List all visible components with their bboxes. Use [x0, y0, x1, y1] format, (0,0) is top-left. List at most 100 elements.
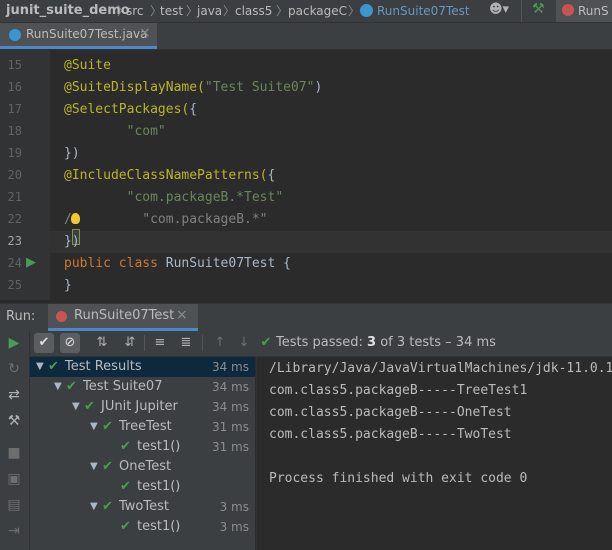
user-icon[interactable]: ☻▾: [489, 2, 509, 17]
chevron-down-icon[interactable]: ▼: [90, 497, 98, 517]
breadcrumb-class5[interactable]: class5: [235, 0, 272, 22]
breadcrumb-src[interactable]: src: [126, 0, 144, 22]
code-token: public class: [64, 256, 166, 271]
layout-icon[interactable]: ▤: [6, 497, 22, 513]
breadcrumb-class[interactable]: RunSuite07Test: [377, 0, 470, 22]
console-output[interactable]: /Library/Java/JavaVirtualMachines/jdk-11…: [256, 357, 612, 550]
code-token: "Test Suite07": [204, 80, 315, 95]
test-name: Test Suite07: [83, 379, 163, 394]
chevron-down-icon[interactable]: ▼: [54, 377, 62, 397]
code-line: "com": [64, 124, 166, 139]
test-duration: 31 ms: [211, 420, 249, 434]
test-tree-row[interactable]: ▼ ✔ TwoTest 3 ms: [30, 497, 255, 517]
breadcrumb-separator: 〉: [223, 4, 236, 18]
run-configuration-selector[interactable]: RunS: [556, 0, 612, 22]
previous-test-icon[interactable]: ↑: [212, 335, 228, 351]
stop-icon[interactable]: ■: [6, 445, 22, 461]
code-line: }): [64, 146, 80, 161]
code-token: "com.packageB.*": [71, 212, 268, 227]
code-token: @Suite: [64, 58, 111, 73]
line-number: 24: [7, 256, 22, 270]
run-gutter-icon[interactable]: ▶: [26, 255, 36, 270]
editor-tab-bar: RunSuite07Test.java ×: [0, 23, 612, 50]
run-tab[interactable]: RunSuite07Test ×: [48, 304, 198, 331]
passed-check-icon: ✔: [102, 459, 113, 474]
console-line: com.class5.packageB-----TreeTest1: [269, 383, 528, 398]
chevron-down-icon[interactable]: ▼: [36, 357, 44, 377]
test-tree-row[interactable]: ✔ test1() 31 ms: [30, 437, 255, 457]
java-class-icon: [9, 29, 21, 41]
toggle-auto-test-icon[interactable]: ⇄: [6, 387, 22, 403]
status-suffix: of 3 tests – 34 ms: [376, 335, 496, 350]
code-token: ): [314, 80, 323, 95]
breadcrumb-packagec[interactable]: packageC: [288, 0, 347, 22]
chevron-down-icon[interactable]: ▼: [90, 417, 98, 437]
chevron-down-icon[interactable]: ▼: [72, 397, 80, 417]
test-duration: 34 ms: [211, 360, 249, 374]
console-line: com.class5.packageB-----TwoTest: [269, 427, 512, 442]
passed-check-icon: ✔: [120, 439, 131, 454]
sort-alphabetically-icon[interactable]: ⇅: [94, 335, 110, 351]
test-duration: 3 ms: [219, 500, 249, 514]
breadcrumb-java[interactable]: java: [197, 0, 222, 22]
class-icon: [360, 4, 373, 17]
settings-wrench-icon[interactable]: ⚒: [6, 413, 22, 429]
test-status-text: Tests passed: 3 of 3 tests – 34 ms: [276, 335, 496, 350]
run-tab-close-icon[interactable]: ×: [176, 307, 188, 323]
test-tree-row[interactable]: ▼ ✔ Test Suite07 34 ms: [30, 377, 255, 397]
code-token: "com.packageB.*Test": [64, 190, 284, 205]
test-tree-row[interactable]: ✔ test1() 3 ms: [30, 517, 255, 537]
code-token: @SelectPackages(: [64, 102, 190, 117]
camera-icon[interactable]: ▣: [6, 471, 22, 487]
test-tree-row[interactable]: ▼ ✔ Test Results 34 ms: [30, 357, 255, 377]
tab-close-icon[interactable]: ×: [139, 25, 151, 41]
passed-check-icon: ✔: [84, 399, 95, 414]
breadcrumb-test[interactable]: test: [160, 0, 183, 22]
test-duration: 34 ms: [211, 400, 249, 414]
code-token: "com": [64, 124, 166, 139]
passed-check-icon: ✔: [48, 359, 59, 374]
chevron-down-icon[interactable]: ▼: [90, 457, 98, 477]
code-token: {: [189, 102, 198, 117]
code-token: @IncludeClassNamePatterns(: [64, 168, 268, 183]
test-name: TreeTest: [119, 419, 172, 434]
test-name: test1(): [137, 519, 181, 534]
code-token: RunSuite07Test {: [165, 256, 291, 271]
divider: [521, 0, 522, 22]
line-number: 17: [7, 102, 22, 116]
code-editor[interactable]: 15 16 17 18 19 20 21 22 23 24 25 ▶ @Suite @SuiteDis…: [0, 50, 612, 300]
next-test-icon[interactable]: ↓: [236, 335, 252, 351]
code-token: {: [267, 168, 276, 183]
line-number: 25: [7, 278, 22, 292]
rerun-icon[interactable]: ▶: [6, 335, 22, 351]
sort-by-duration-icon[interactable]: ⇵: [122, 335, 138, 351]
test-results-tree[interactable]: ▼ ✔ Test Results 34 ms ▼ ✔ Test Suite07 34 ms ▼ ✔…: [30, 357, 255, 550]
run-tool-window-header: Run: RunSuite07Test ×: [0, 303, 612, 332]
passed-check-icon: ✔: [120, 519, 131, 534]
line-gutter: 15 16 17 18 19 20 21 22 23 24 25: [0, 50, 50, 300]
test-config-icon: [56, 311, 67, 322]
show-passed-icon[interactable]: ✔: [34, 333, 54, 353]
test-tree-row[interactable]: ▼ ✔ JUnit Jupiter 34 ms: [30, 397, 255, 417]
code-line: }: [64, 278, 72, 293]
tab-runsuite07test[interactable]: RunSuite07Test.java ×: [0, 23, 157, 49]
run-side-toolbar: ▶ ↻ ⇄ ⚒ ■ ▣ ▤ ⇥: [0, 331, 30, 550]
test-tree-row[interactable]: ▼ ✔ TreeTest 31 ms: [30, 417, 255, 437]
show-ignored-icon[interactable]: ⊘: [60, 333, 80, 353]
breadcrumb-project[interactable]: junit_suite_demo: [6, 0, 130, 22]
run-config-icon: [562, 4, 574, 16]
build-hammer-icon[interactable]: ⚒: [532, 1, 545, 17]
line-number: 16: [7, 80, 22, 94]
expand-all-icon[interactable]: ≡: [152, 335, 168, 351]
test-duration: 31 ms: [211, 440, 249, 454]
run-config-label: RunS: [578, 4, 609, 18]
test-tree-row[interactable]: ▼ ✔ OneTest: [30, 457, 255, 477]
line-number: 20: [7, 168, 22, 182]
line-number: 18: [7, 124, 22, 138]
tests-passed-icon: ✔: [260, 335, 272, 350]
exit-icon[interactable]: ⇥: [6, 523, 22, 539]
test-tree-row[interactable]: ✔ test1(): [30, 477, 255, 497]
collapse-all-icon[interactable]: ≣: [178, 335, 194, 351]
test-duration: 3 ms: [219, 520, 249, 534]
rerun-failed-icon[interactable]: ↻: [6, 361, 22, 377]
